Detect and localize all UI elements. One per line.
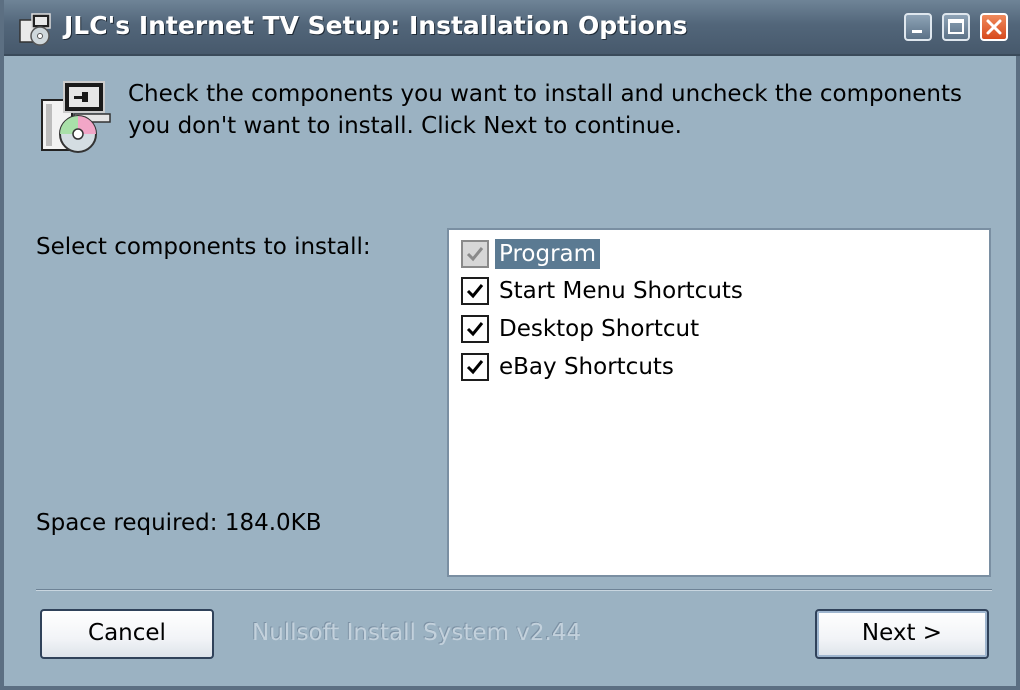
installer-icon xyxy=(41,81,111,153)
checkmark-icon xyxy=(466,247,484,262)
minimize-icon xyxy=(912,30,922,33)
component-label: eBay Shortcuts xyxy=(499,354,674,380)
cancel-button[interactable]: Cancel xyxy=(40,609,214,659)
close-button[interactable] xyxy=(980,13,1008,41)
maximize-icon xyxy=(948,19,964,34)
component-label: Start Menu Shortcuts xyxy=(499,278,743,304)
instructions-text: Check the components you want to install… xyxy=(128,81,963,139)
close-icon xyxy=(986,19,1002,35)
nsis-branding-text: Nullsoft Install System v2.44 xyxy=(252,620,582,646)
program-checkbox[interactable] xyxy=(461,240,489,268)
checkmark-icon xyxy=(466,284,484,299)
component-label: Desktop Shortcut xyxy=(499,316,700,342)
component-program[interactable]: Program xyxy=(461,236,601,272)
title-bar[interactable]: JLC's Internet TV Setup: Installation Op… xyxy=(4,0,1020,56)
component-label: Program xyxy=(495,239,601,269)
start-menu-shortcuts-checkbox[interactable] xyxy=(461,277,489,305)
installer-icon xyxy=(19,13,51,46)
component-start-menu-shortcuts[interactable]: Start Menu Shortcuts xyxy=(461,273,747,309)
installer-window: JLC's Internet TV Setup: Installation Op… xyxy=(0,0,1020,690)
space-required-label: Space required: 184.0KB xyxy=(36,510,322,536)
component-desktop-shortcut[interactable]: Desktop Shortcut xyxy=(461,311,703,347)
next-button[interactable]: Next > xyxy=(815,609,989,659)
maximize-button[interactable] xyxy=(942,13,970,41)
desktop-shortcut-checkbox[interactable] xyxy=(461,315,489,343)
minimize-button[interactable] xyxy=(904,13,932,41)
checkmark-icon xyxy=(466,322,484,337)
footer-divider xyxy=(36,589,992,591)
select-components-label: Select components to install: xyxy=(36,234,371,260)
ebay-shortcuts-checkbox[interactable] xyxy=(461,353,489,381)
components-list[interactable]: Program Start Menu Shortcuts Desktop Sho… xyxy=(447,228,991,577)
window-title: JLC's Internet TV Setup: Installation Op… xyxy=(64,11,688,40)
component-ebay-shortcuts[interactable]: eBay Shortcuts xyxy=(461,349,678,385)
checkmark-icon xyxy=(466,360,484,375)
